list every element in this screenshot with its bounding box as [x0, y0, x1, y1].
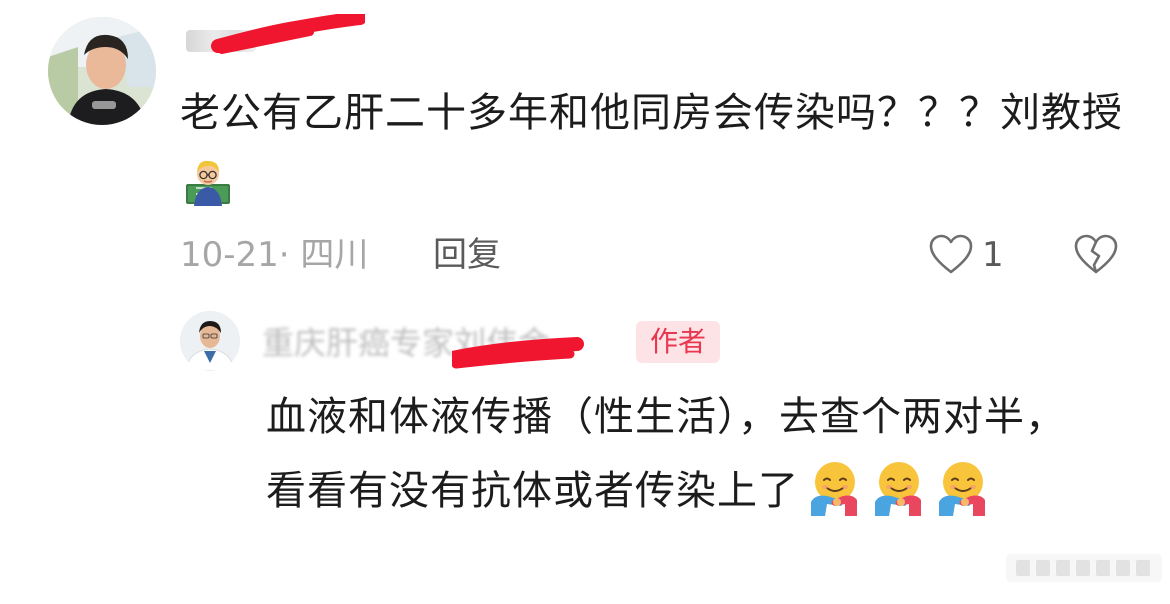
redaction-scribble — [211, 14, 365, 54]
hugging-face-icon — [805, 458, 863, 516]
reply-text: 血液和体液传播（性生活），去查个两对半，看看有没有抗体或者传染上了 — [266, 380, 1086, 528]
teacher-emoji-icon — [182, 154, 234, 206]
like-button[interactable]: 1 — [928, 232, 1018, 278]
comment-text: 老公有乙肝二十多年和他同房会传染吗？？？刘教授 — [180, 78, 1130, 218]
author-avatar[interactable] — [180, 311, 240, 371]
author-badge: 作者 — [636, 321, 720, 363]
commenter-avatar[interactable] — [48, 17, 156, 125]
comment-body: 老公有乙肝二十多年和他同房会传染吗？？？刘教授 — [180, 90, 1123, 136]
like-count: 1 — [982, 235, 1004, 275]
comment-meta-row: 10-21· 四川 回复 1 — [180, 228, 1140, 282]
reply-button[interactable]: 回复 — [433, 228, 501, 282]
commenter-username[interactable] — [178, 14, 365, 54]
hugging-face-icon — [933, 458, 991, 516]
author-username[interactable]: 重庆肝癌专家刘伟金 — [262, 318, 622, 369]
commenter-avatar-image — [48, 17, 156, 125]
comment-thread: 老公有乙肝二十多年和他同房会传染吗？？？刘教授 10-21· 四川 回复 1 重… — [0, 0, 1170, 604]
hugging-face-icon — [869, 458, 927, 516]
comment-date-location: 10-21· 四川 — [180, 235, 369, 275]
broken-heart-icon — [1074, 234, 1118, 274]
watermark-icon — [1006, 554, 1162, 582]
author-avatar-image — [180, 311, 240, 371]
dislike-button[interactable] — [1073, 232, 1119, 278]
heart-outline-icon — [929, 234, 973, 274]
